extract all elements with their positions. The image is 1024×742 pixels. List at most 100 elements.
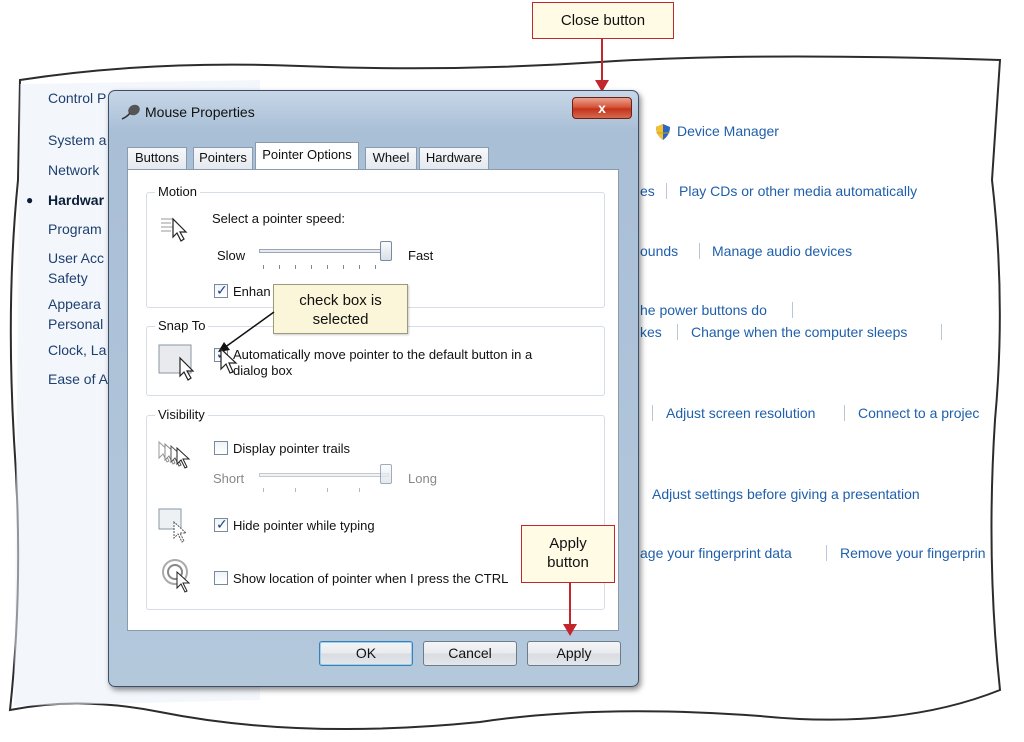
tab-pointer-options[interactable]: Pointer Options: [255, 142, 359, 169]
link-manage-audio[interactable]: Manage audio devices: [712, 243, 852, 259]
tab-buttons[interactable]: Buttons: [127, 147, 187, 169]
link-separator: [826, 545, 827, 561]
motion-group-label: Motion: [155, 184, 201, 199]
pointer-speed-slider-ticks: [259, 265, 389, 271]
apply-callout-line1: Apply: [549, 535, 587, 552]
close-callout-arrow-line: [601, 39, 603, 83]
mouse-icon: [121, 104, 140, 120]
tab-wheel[interactable]: Wheel: [365, 147, 417, 169]
visibility-group-label: Visibility: [155, 407, 208, 422]
slider-tick: [327, 488, 328, 492]
link-separator: [941, 324, 942, 340]
enhance-precision-label: Enhan: [233, 284, 271, 299]
trails-short-label: Short: [213, 471, 245, 486]
link-autoplay-partial[interactable]: es: [640, 183, 655, 199]
pointer-trails-label: Display pointer trails: [233, 441, 351, 456]
slider-tick: [279, 265, 280, 269]
cancel-button-label: Cancel: [448, 645, 492, 661]
pointer-trails-checkbox[interactable]: [214, 441, 228, 455]
show-location-icon: [162, 559, 191, 593]
snap-to-group-label: Snap To: [155, 318, 209, 333]
nav-hardware[interactable]: Hardwar: [48, 192, 108, 208]
apply-button-label: Apply: [556, 645, 592, 661]
breadcrumb[interactable]: Control P: [48, 90, 108, 106]
tab-hardware-label: Hardware: [425, 150, 483, 165]
nav-system[interactable]: System a: [48, 132, 108, 148]
slider-tick: [343, 265, 344, 269]
link-device-manager[interactable]: Device Manager: [677, 123, 779, 139]
checkbox-selected-callout: check box is selected: [273, 284, 408, 334]
tab-wheel-label: Wheel: [372, 150, 410, 165]
checkbox-callout-line2: selected: [312, 311, 369, 328]
link-adjust-resolution[interactable]: Adjust screen resolution: [666, 405, 815, 421]
hide-pointer-icon: [158, 508, 188, 543]
nav-appearance[interactable]: Appeara: [48, 296, 108, 312]
link-connect-projector[interactable]: Connect to a projec: [858, 405, 991, 421]
link-separator: [699, 243, 700, 259]
close-button[interactable]: x: [572, 97, 632, 119]
apply-callout-line2: button: [547, 554, 589, 571]
nav-clock[interactable]: Clock, La: [48, 342, 108, 358]
close-icon: x: [598, 100, 606, 116]
link-separator: [652, 405, 653, 421]
slider-tick: [359, 488, 360, 492]
link-power-buttons[interactable]: he power buttons do: [640, 302, 767, 318]
close-button-callout: Close button: [532, 2, 674, 39]
link-manage-fingerprint[interactable]: age your fingerprint data: [640, 545, 792, 561]
ok-button[interactable]: OK: [319, 641, 413, 666]
link-presentation-settings[interactable]: Adjust settings before giving a presenta…: [652, 486, 920, 502]
trails-slider-ticks: [259, 488, 389, 494]
hide-pointer-label: Hide pointer while typing: [233, 518, 375, 533]
tab-buttons-label: Buttons: [134, 150, 180, 165]
pointer-trails-icon: [158, 440, 191, 469]
apply-button[interactable]: Apply: [527, 641, 621, 666]
link-sounds-partial[interactable]: ounds: [640, 243, 678, 259]
checkbox-callout-line1: check box is: [299, 292, 382, 309]
speed-slow-label: Slow: [217, 248, 246, 263]
apply-button-callout: Apply button: [521, 525, 615, 583]
ok-button-label: OK: [355, 645, 377, 661]
nav-appearance-line2[interactable]: Personal: [48, 316, 108, 332]
link-separator: [677, 324, 678, 340]
tab-pointers[interactable]: Pointers: [193, 147, 253, 169]
apply-callout-arrowhead: [563, 624, 577, 636]
trails-long-label: Long: [408, 471, 437, 486]
link-separator: [792, 302, 793, 318]
nav-programs[interactable]: Program: [48, 221, 108, 237]
show-location-checkbox[interactable]: [214, 571, 228, 585]
slider-tick: [295, 265, 296, 269]
link-separator: [844, 405, 845, 421]
cancel-button[interactable]: Cancel: [423, 641, 517, 666]
speed-fast-label: Fast: [408, 248, 434, 263]
pointer-speed-slider-track[interactable]: [259, 249, 389, 253]
mouse-properties-dialog: Mouse Properties x Buttons Pointers Poin…: [108, 90, 639, 687]
tab-pointers-label: Pointers: [199, 150, 247, 165]
dialog-title: Mouse Properties: [145, 104, 255, 120]
trails-slider-track[interactable]: [259, 473, 389, 477]
mouse-cursor-icon: [220, 347, 238, 374]
slider-tick: [263, 265, 264, 269]
trails-slider-thumb[interactable]: [380, 464, 392, 484]
close-button-callout-text: Close button: [560, 12, 646, 29]
slider-tick: [311, 265, 312, 269]
nav-user-accounts-line2[interactable]: Safety: [48, 270, 108, 286]
enhance-precision-checkbox[interactable]: ✓: [214, 282, 228, 298]
link-sleep-partial[interactable]: kes: [640, 324, 662, 340]
link-separator: [666, 183, 667, 199]
check-mark-icon: ✓: [216, 282, 228, 298]
link-play-cds[interactable]: Play CDs or other media automatically: [679, 183, 917, 199]
speed-label: Select a pointer speed:: [212, 211, 345, 226]
check-mark-icon: ✓: [216, 516, 228, 532]
link-change-sleep[interactable]: Change when the computer sleeps: [691, 324, 907, 340]
tab-hardware[interactable]: Hardware: [419, 147, 489, 169]
pointer-speed-slider-thumb[interactable]: [380, 241, 392, 261]
link-remove-fingerprint[interactable]: Remove your fingerprin: [840, 545, 1000, 561]
nav-ease-of-access[interactable]: Ease of A: [48, 371, 108, 387]
slider-tick: [359, 265, 360, 269]
nav-network[interactable]: Network: [48, 162, 108, 178]
pointer-speed-icon: [161, 217, 188, 242]
hide-pointer-checkbox[interactable]: ✓: [214, 516, 228, 532]
shield-icon: [656, 124, 670, 140]
show-location-label: Show location of pointer when I press th…: [233, 571, 509, 586]
nav-user-accounts[interactable]: User Acc: [48, 250, 108, 266]
